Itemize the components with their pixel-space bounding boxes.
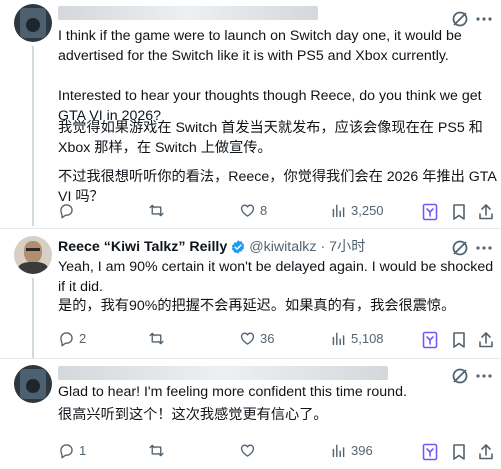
views-button[interactable]: 5,108 bbox=[330, 330, 384, 347]
grok-analyze-icon[interactable] bbox=[420, 330, 440, 350]
avatar[interactable] bbox=[14, 4, 52, 42]
tweet-text-en: I think if the game were to launch on Sw… bbox=[58, 28, 482, 124]
divider bbox=[0, 358, 501, 359]
grok-analyze-icon[interactable] bbox=[420, 442, 440, 462]
handle[interactable]: @kiwitalkz bbox=[249, 237, 316, 257]
tweet-text-zh-2: 不过我很想听听你的看法，Reece，你觉得我们会在 2026 年推出 GTA V… bbox=[58, 169, 500, 205]
tweet-header: Reece “Kiwi Talkz” Reilly @kiwitalkz · 7… bbox=[58, 237, 365, 257]
thread-line bbox=[32, 278, 34, 358]
redacted-header bbox=[58, 6, 318, 20]
like-button[interactable] bbox=[239, 442, 260, 459]
retweet-icon bbox=[149, 444, 164, 457]
share-icon[interactable] bbox=[476, 330, 496, 350]
grok-icon[interactable] bbox=[450, 238, 470, 258]
views-button[interactable]: 396 bbox=[330, 442, 373, 459]
avatar[interactable] bbox=[14, 236, 52, 274]
reply-icon bbox=[60, 332, 73, 347]
reply-button[interactable]: 1 bbox=[58, 442, 86, 459]
avatar[interactable] bbox=[14, 365, 52, 403]
divider bbox=[0, 228, 501, 229]
tweet-text-en: Glad to hear! I'm feeling more confident… bbox=[58, 384, 407, 400]
views-icon bbox=[332, 332, 345, 346]
heart-icon bbox=[240, 444, 255, 457]
retweet-icon bbox=[149, 204, 164, 217]
views-button[interactable]: 3,250 bbox=[330, 202, 384, 219]
like-button[interactable]: 36 bbox=[239, 330, 274, 347]
bookmark-icon[interactable] bbox=[449, 202, 469, 222]
reply-icon bbox=[60, 444, 73, 459]
tweet-text-zh: 很高兴听到这个！这次我感觉更有信心了。 bbox=[58, 407, 328, 423]
reply-button[interactable]: 2 bbox=[58, 330, 86, 347]
bookmark-icon[interactable] bbox=[449, 330, 469, 350]
display-name[interactable]: Reece “Kiwi Talkz” Reilly bbox=[58, 237, 227, 257]
retweet-icon bbox=[149, 332, 164, 345]
reply-icon bbox=[60, 204, 73, 219]
grok-analyze-icon[interactable] bbox=[420, 202, 440, 222]
like-button[interactable]: 8 bbox=[239, 202, 267, 219]
heart-icon bbox=[240, 204, 255, 217]
views-icon bbox=[332, 204, 345, 218]
thread-line bbox=[32, 46, 34, 226]
bookmark-icon[interactable] bbox=[449, 442, 469, 462]
reply-button[interactable] bbox=[58, 202, 79, 219]
heart-icon bbox=[240, 332, 255, 345]
retweet-button[interactable] bbox=[148, 202, 169, 219]
retweet-button[interactable] bbox=[148, 330, 169, 347]
tweet-text-zh-1: 我觉得如果游戏在 Switch 首发当天就发布，应该会像现在在 PS5 和 Xb… bbox=[58, 120, 487, 156]
retweet-button[interactable] bbox=[148, 442, 169, 459]
tweet-text-en: Yeah, I am 90% certain it won't be delay… bbox=[58, 259, 498, 295]
redacted-header bbox=[58, 366, 388, 380]
verified-badge-icon bbox=[232, 240, 245, 254]
share-icon[interactable] bbox=[476, 202, 496, 222]
timestamp[interactable]: · 7小时 bbox=[320, 237, 365, 257]
more-icon[interactable] bbox=[474, 238, 494, 258]
views-icon bbox=[332, 444, 345, 458]
share-icon[interactable] bbox=[476, 442, 496, 462]
tweet-text-zh: 是的，我有90%的把握不会再延迟。如果真的有，我会很震惊。 bbox=[58, 298, 456, 314]
